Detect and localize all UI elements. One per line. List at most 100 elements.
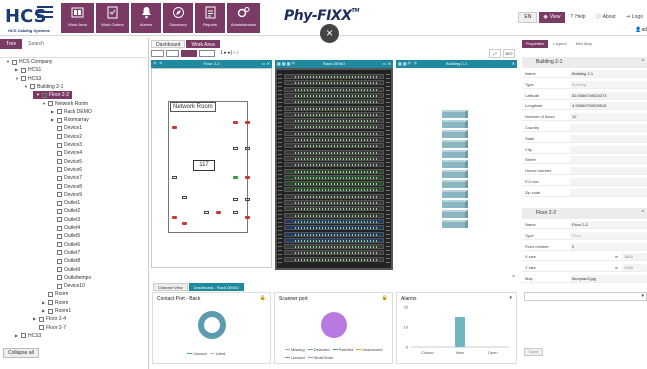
rack-unit[interactable] [284,111,384,117]
tree-item[interactable]: ▶ Room1 [42,307,71,315]
building-properties-header[interactable]: Building 2-1 ^ [522,57,647,68]
rack-unit[interactable] [284,74,384,79]
rack-unit[interactable] [284,187,384,193]
tab-mini-map[interactable]: Mini Map [572,40,596,48]
tree-item[interactable]: Outlet7 [51,249,80,257]
chevron-down-icon[interactable]: ▼ [24,83,28,91]
property-value-input[interactable] [570,188,647,196]
chevron-right-icon[interactable]: ▶ [33,315,37,323]
building-3d-view[interactable] [396,68,517,270]
chevron-right-icon[interactable]: ▶ [42,299,46,307]
chevron-down-icon[interactable]: ▼ [15,75,19,83]
lock-icon[interactable]: 🔒 [260,295,266,301]
property-value-input[interactable] [570,134,647,142]
chevron-right-icon[interactable]: ▶ [42,307,46,315]
outlet-icon[interactable] [233,198,238,201]
property-value-input[interactable] [570,167,647,175]
tab-search[interactable]: Search [22,39,50,49]
rack-unit[interactable] [284,193,384,199]
language-selector[interactable]: EN [518,12,538,23]
floor-plan-view[interactable]: Network Room 117 [151,68,272,268]
about-button[interactable]: ⓘ About [592,12,620,23]
chevron-down-icon[interactable]: ▾ [509,295,512,301]
tree-item[interactable]: Outlet1 [51,199,80,207]
tree-item[interactable]: ▼ HCS3 [15,75,41,83]
tree-item[interactable]: Device7 [51,174,82,182]
tab-work-area[interactable]: Work Area [186,40,220,48]
chevron-down-icon[interactable]: ▼ [36,91,40,99]
rack-unit[interactable] [284,86,384,92]
tree-item[interactable]: Outlet9 [51,266,80,274]
building-floor-block[interactable] [442,200,468,208]
outlet-icon[interactable] [233,211,238,214]
outlet-icon[interactable] [182,196,187,199]
current-user[interactable]: 👤ad [635,27,647,33]
rack-unit[interactable] [284,143,384,149]
rack-unit[interactable] [284,124,384,130]
rack-unit[interactable] [284,174,384,180]
tree-item[interactable]: Outlet8 [51,257,80,265]
rack-unit[interactable] [284,155,384,161]
tree-item[interactable]: Outlet4 [51,224,80,232]
building-floor-block[interactable] [442,130,468,138]
tree-item[interactable]: Device1 [51,124,82,132]
property-value-input[interactable]: 12 [570,113,647,121]
device-icon[interactable] [245,176,250,179]
rack-unit[interactable] [284,168,384,174]
layout-triple-button[interactable] [181,50,197,57]
outlet-icon[interactable] [172,176,177,179]
building-floor-block[interactable] [442,220,468,228]
rack-view[interactable] [275,68,393,270]
nav-administration[interactable]: Administration [227,3,260,33]
building-floor-block[interactable] [442,140,468,148]
layout-single-button[interactable] [151,50,164,57]
rack-unit[interactable] [284,149,384,155]
rack-unit[interactable] [284,181,384,187]
device-icon[interactable] [233,176,238,179]
building-floor-block[interactable] [442,170,468,178]
nav-work-orders[interactable]: Work Orders [96,3,129,33]
device-icon[interactable] [216,211,221,214]
building-floor-block[interactable] [442,190,468,198]
rack-unit[interactable] [284,206,384,212]
tab-tree[interactable]: Tree [0,39,23,49]
tree-item[interactable]: Device6 [51,166,82,174]
tree-item[interactable]: ▼ HCS Company [6,58,52,66]
building-floor-block[interactable] [442,180,468,188]
property-value-input[interactable] [570,156,647,164]
tree-item[interactable]: ▼ Floor 2-2 [33,91,73,100]
chevron-down-icon[interactable]: ▼ [6,58,10,66]
wo-button[interactable]: WO [503,49,515,58]
link-icon[interactable]: ⤢ [489,49,501,58]
nav-reports[interactable]: Reports [195,3,225,33]
device-icon[interactable] [245,121,250,124]
tree-item[interactable]: Outlet2 [51,207,80,215]
tree-item[interactable]: ▶ HCS1 [15,66,41,74]
tree-item[interactable]: ▼ Network Room [42,100,88,108]
view-window-icons[interactable]: ▭ ✕ [383,60,391,68]
building-floor-block[interactable] [442,150,468,158]
view-pager[interactable]: 1 ▸ ▸| ‹ › [220,50,238,56]
device-icon[interactable] [233,121,238,124]
panel-splitter[interactable] [148,38,149,369]
close-overlay-button[interactable]: × [320,24,339,43]
nav-alarms[interactable]: Alarms [131,3,161,33]
save-button[interactable]: Save [524,348,544,356]
outlet-icon[interactable] [204,211,209,214]
rack-unit[interactable] [284,218,384,224]
rack-unit[interactable] [284,200,384,205]
building-floor-block[interactable] [442,160,468,168]
view-window-icons[interactable]: ✕ [512,60,515,68]
tab-channel-view[interactable]: Channel View [153,283,188,291]
tree-item[interactable]: Device8 [51,183,82,191]
tree-item[interactable]: Device3 [51,141,82,149]
rack-unit[interactable] [284,225,384,231]
tree-item[interactable]: Floor 2-7 [33,324,66,332]
property-value-input[interactable] [570,124,647,131]
layout-double-button[interactable] [166,50,179,57]
property-value-input[interactable]: 1200 [622,264,647,272]
chevron-down-icon[interactable]: ▼ [42,100,46,108]
property-value-input[interactable] [570,145,647,153]
chevron-up-icon[interactable]: ^ [510,275,517,282]
outlet-icon[interactable] [245,147,250,150]
